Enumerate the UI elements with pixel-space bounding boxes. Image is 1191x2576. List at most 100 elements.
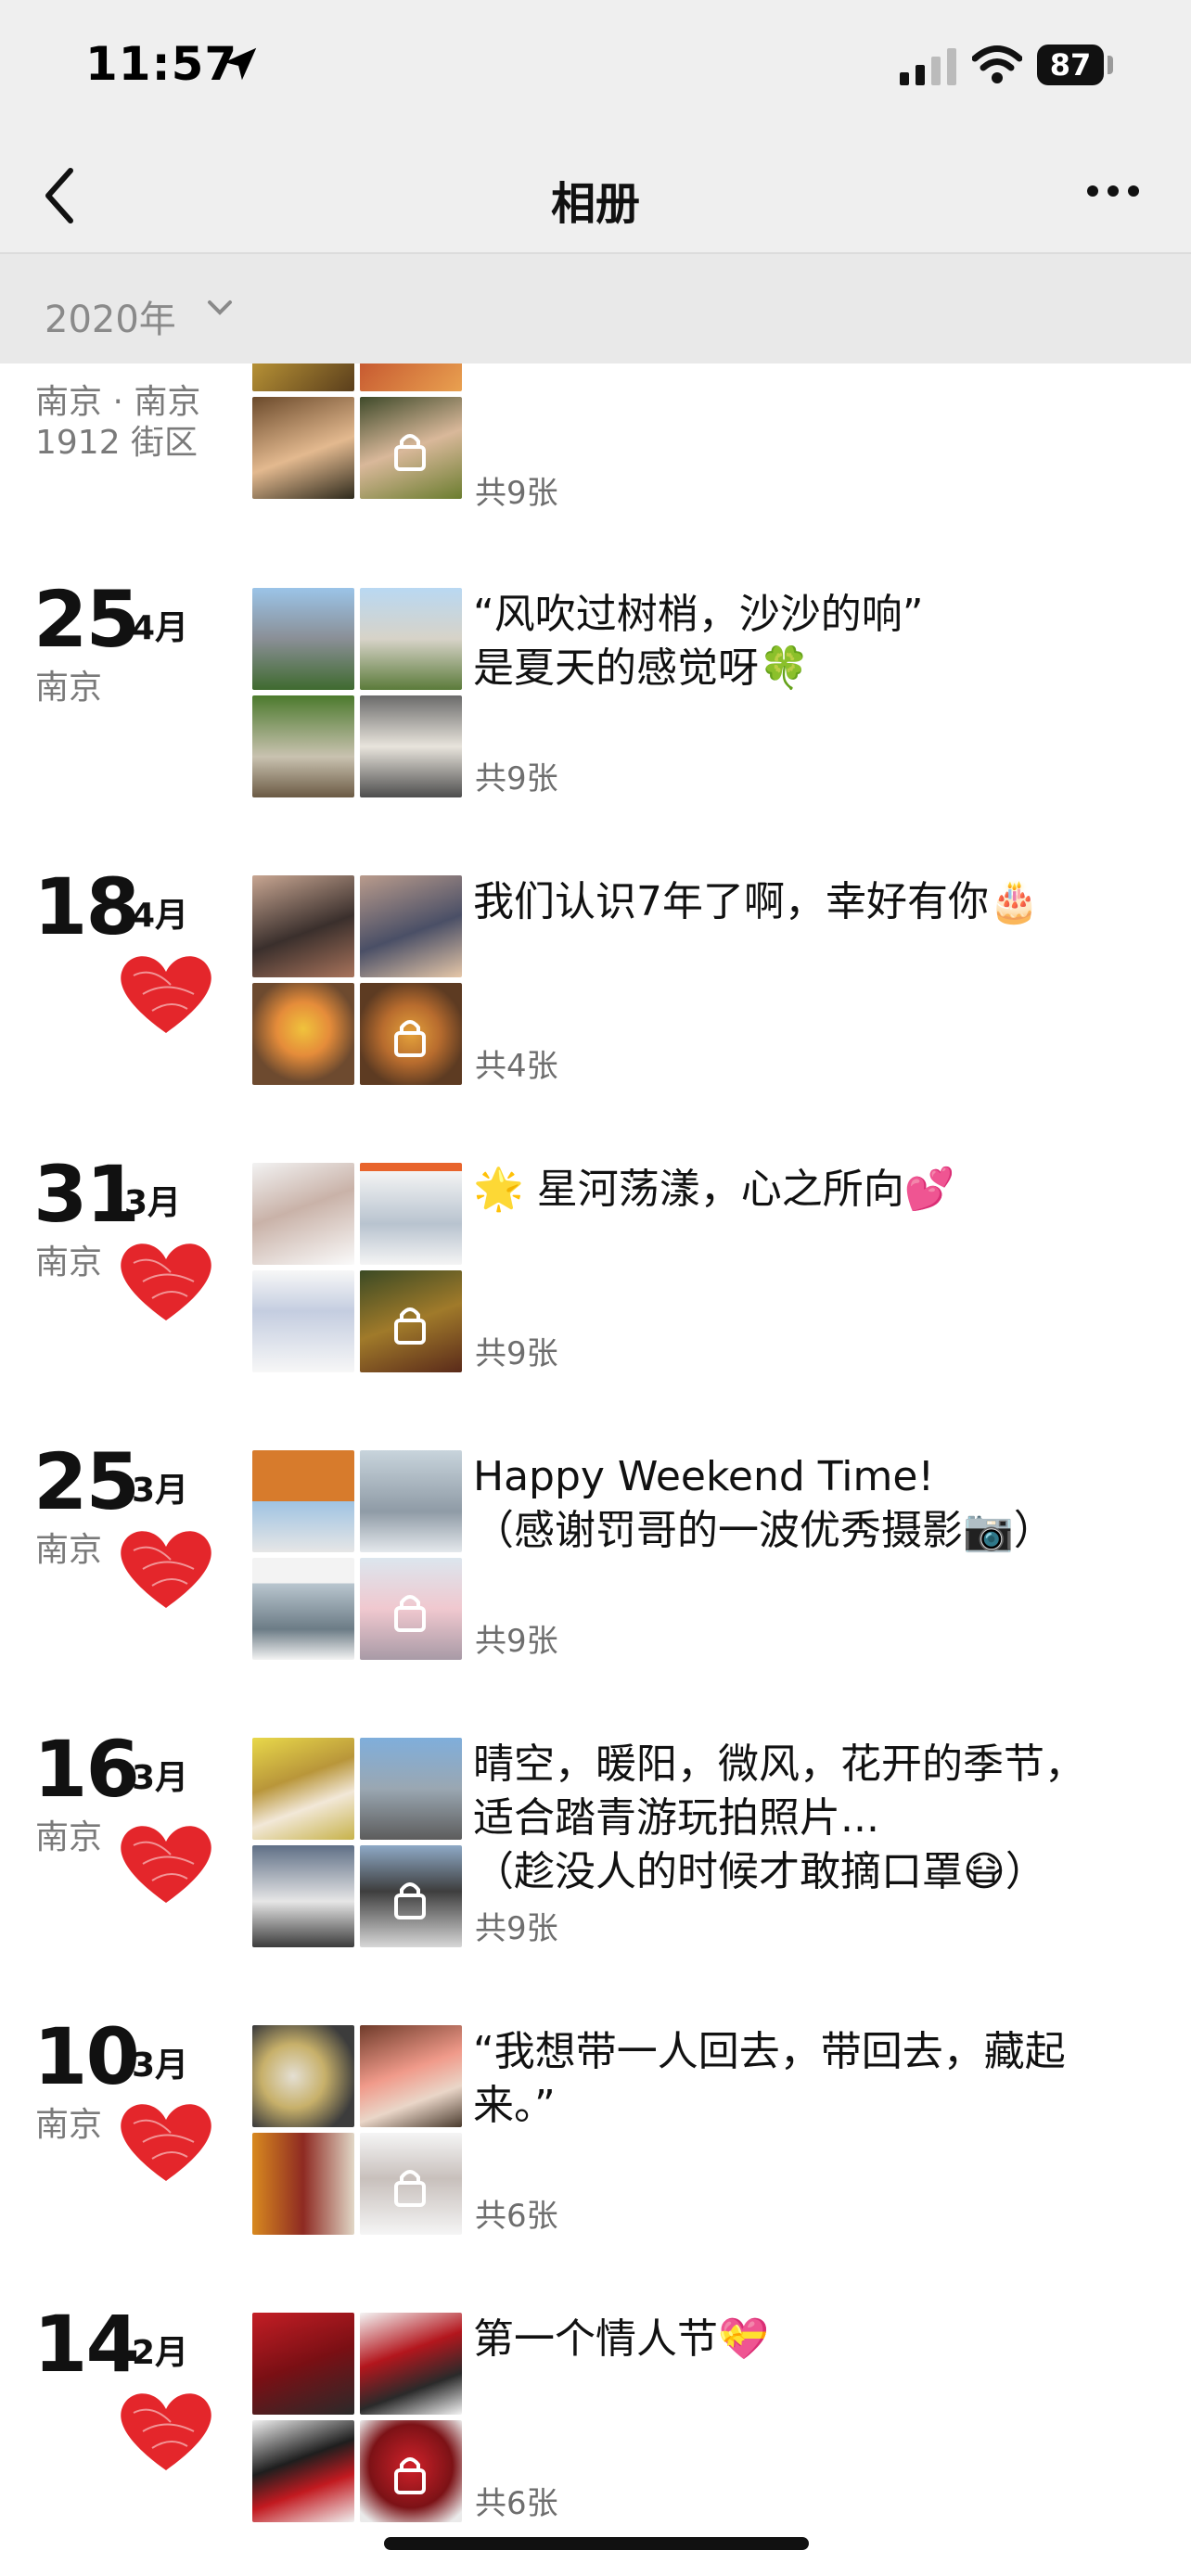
photo-thumbnail[interactable] xyxy=(360,983,462,1085)
photo-thumbnail[interactable] xyxy=(252,1738,354,1840)
photo-thumbnail[interactable] xyxy=(252,1845,354,1947)
photo-thumbnail[interactable] xyxy=(360,2133,462,2235)
lock-icon xyxy=(394,434,426,471)
battery-cap xyxy=(1108,56,1113,74)
photo-count: 共9张 xyxy=(475,475,558,512)
photo-thumbnail[interactable] xyxy=(360,875,462,977)
entry-day: 14 xyxy=(33,2299,140,2390)
photo-thumbnail[interactable] xyxy=(360,1450,462,1552)
heart-icon xyxy=(121,1243,211,1320)
entry-caption: “风吹过树梢，沙沙的响” 是夏天的感觉呀🍀 xyxy=(473,591,924,692)
lock-icon xyxy=(394,1595,426,1632)
entry-month: 3月 xyxy=(132,1759,189,1797)
photo-thumbnail[interactable] xyxy=(360,397,462,499)
photo-count: 共9张 xyxy=(475,760,558,797)
photo-thumbnail[interactable] xyxy=(360,588,462,690)
photo-thumbnail[interactable] xyxy=(252,2133,354,2235)
home-indicator[interactable] xyxy=(384,2537,809,2550)
photo-thumbnail[interactable] xyxy=(252,1558,354,1660)
entry-place: 南京 xyxy=(35,1531,103,1569)
photo-count: 共4张 xyxy=(475,1048,558,1085)
lock-icon xyxy=(394,2457,426,2494)
photo-thumbnail-grid[interactable] xyxy=(252,875,462,1085)
entry-month: 3月 xyxy=(132,2047,189,2085)
battery-level: 87 xyxy=(1049,47,1092,83)
entry-caption: 我们认识7年了啊，幸好有你🎂 xyxy=(473,878,1040,925)
lock-icon xyxy=(394,1882,426,1919)
entry-place: 南京 xyxy=(35,2106,103,2144)
status-time: 11:57 xyxy=(85,37,238,91)
photo-thumbnail-grid[interactable] xyxy=(252,2025,462,2235)
photo-thumbnail[interactable] xyxy=(252,1450,354,1552)
heart-icon xyxy=(121,956,211,1033)
photo-thumbnail-grid[interactable] xyxy=(252,1738,462,1947)
entry-month: 3月 xyxy=(132,1472,189,1510)
year-filter-bar[interactable] xyxy=(0,254,1191,363)
page-title: 相册 xyxy=(550,178,640,230)
more-dots-icon[interactable] xyxy=(1085,182,1141,200)
photo-thumbnail[interactable] xyxy=(360,1270,462,1372)
photo-thumbnail[interactable] xyxy=(252,2313,354,2415)
photo-thumbnail[interactable] xyxy=(360,1738,462,1840)
heart-icon xyxy=(121,2393,211,2470)
photo-thumbnail[interactable] xyxy=(252,875,354,977)
entry-place: 南京 xyxy=(35,1818,103,1856)
photo-thumbnail-grid[interactable] xyxy=(252,588,462,797)
entry-day: 31 xyxy=(33,1149,140,1240)
photo-thumbnail[interactable] xyxy=(252,588,354,690)
photo-count: 共9张 xyxy=(475,1910,558,1947)
photo-count: 共9张 xyxy=(475,1623,558,1660)
entry-place-line2: 1912 街区 xyxy=(35,424,198,462)
heart-icon xyxy=(121,1531,211,1608)
heart-icon xyxy=(121,1826,211,1903)
photo-thumbnail[interactable] xyxy=(360,2420,462,2522)
photo-thumbnail[interactable] xyxy=(252,1270,354,1372)
entry-day: 18 xyxy=(33,861,140,952)
photo-count: 共6张 xyxy=(475,2198,558,2235)
wifi-icon xyxy=(972,45,1022,83)
photo-count: 共6张 xyxy=(475,2485,558,2522)
entry-month: 4月 xyxy=(132,609,189,647)
entry-caption: “我想带一人回去，带回去，藏起 来。” xyxy=(473,2028,1066,2129)
entry-month: 4月 xyxy=(132,897,189,935)
photo-thumbnail[interactable] xyxy=(360,1558,462,1660)
entry-place: 南京 · 南京 xyxy=(35,383,201,421)
lock-icon xyxy=(394,1020,426,1057)
photo-thumbnail-grid[interactable] xyxy=(252,336,462,545)
photo-thumbnail[interactable] xyxy=(252,695,354,797)
cellular-signal-icon xyxy=(900,48,956,85)
photo-thumbnail[interactable] xyxy=(252,2025,354,2127)
photo-count: 共9张 xyxy=(475,1335,558,1372)
lock-icon xyxy=(394,2170,426,2207)
chevron-down-icon[interactable] xyxy=(206,299,234,317)
entry-place: 南京 xyxy=(35,1243,103,1282)
photo-thumbnail[interactable] xyxy=(360,695,462,797)
status-bar: 11:57 87 xyxy=(0,0,1191,139)
entry-day: 10 xyxy=(33,2011,140,2102)
entry-day: 25 xyxy=(33,1436,140,1527)
entry-caption: 第一个情人节💝 xyxy=(473,2315,769,2363)
entry-caption: 晴空，暖阳，微风，花开的季节， 适合踏青游玩拍照片... （趁没人的时候才敢摘口… xyxy=(473,1741,1085,1895)
photo-thumbnail[interactable] xyxy=(360,2025,462,2127)
entry-day: 16 xyxy=(33,1724,140,1815)
year-filter-label[interactable]: 2020年 xyxy=(45,289,176,343)
battery-indicator: 87 xyxy=(1037,45,1104,85)
photo-thumbnail-grid[interactable] xyxy=(252,1450,462,1660)
photo-thumbnail-grid[interactable] xyxy=(252,1163,462,1372)
location-arrow-icon xyxy=(224,47,257,81)
photo-thumbnail[interactable] xyxy=(252,2420,354,2522)
photo-thumbnail[interactable] xyxy=(360,2313,462,2415)
entry-month: 3月 xyxy=(124,1184,182,1222)
photo-thumbnail[interactable] xyxy=(360,1845,462,1947)
entry-caption: 🌟 星河荡漾，心之所向💕 xyxy=(473,1166,955,1213)
heart-icon xyxy=(121,2104,211,2181)
photo-thumbnail-grid[interactable] xyxy=(252,2313,462,2522)
photo-thumbnail[interactable] xyxy=(252,983,354,1085)
photo-thumbnail[interactable] xyxy=(252,1163,354,1265)
photo-thumbnail[interactable] xyxy=(252,397,354,499)
entry-day: 25 xyxy=(33,574,140,665)
entry-caption: Happy Weekend Time! （感谢罚哥的一波优秀摄影📷） xyxy=(473,1453,1055,1554)
entry-month: 2月 xyxy=(132,2334,189,2372)
entry-place: 南京 xyxy=(35,669,103,707)
photo-thumbnail[interactable] xyxy=(360,1163,462,1265)
